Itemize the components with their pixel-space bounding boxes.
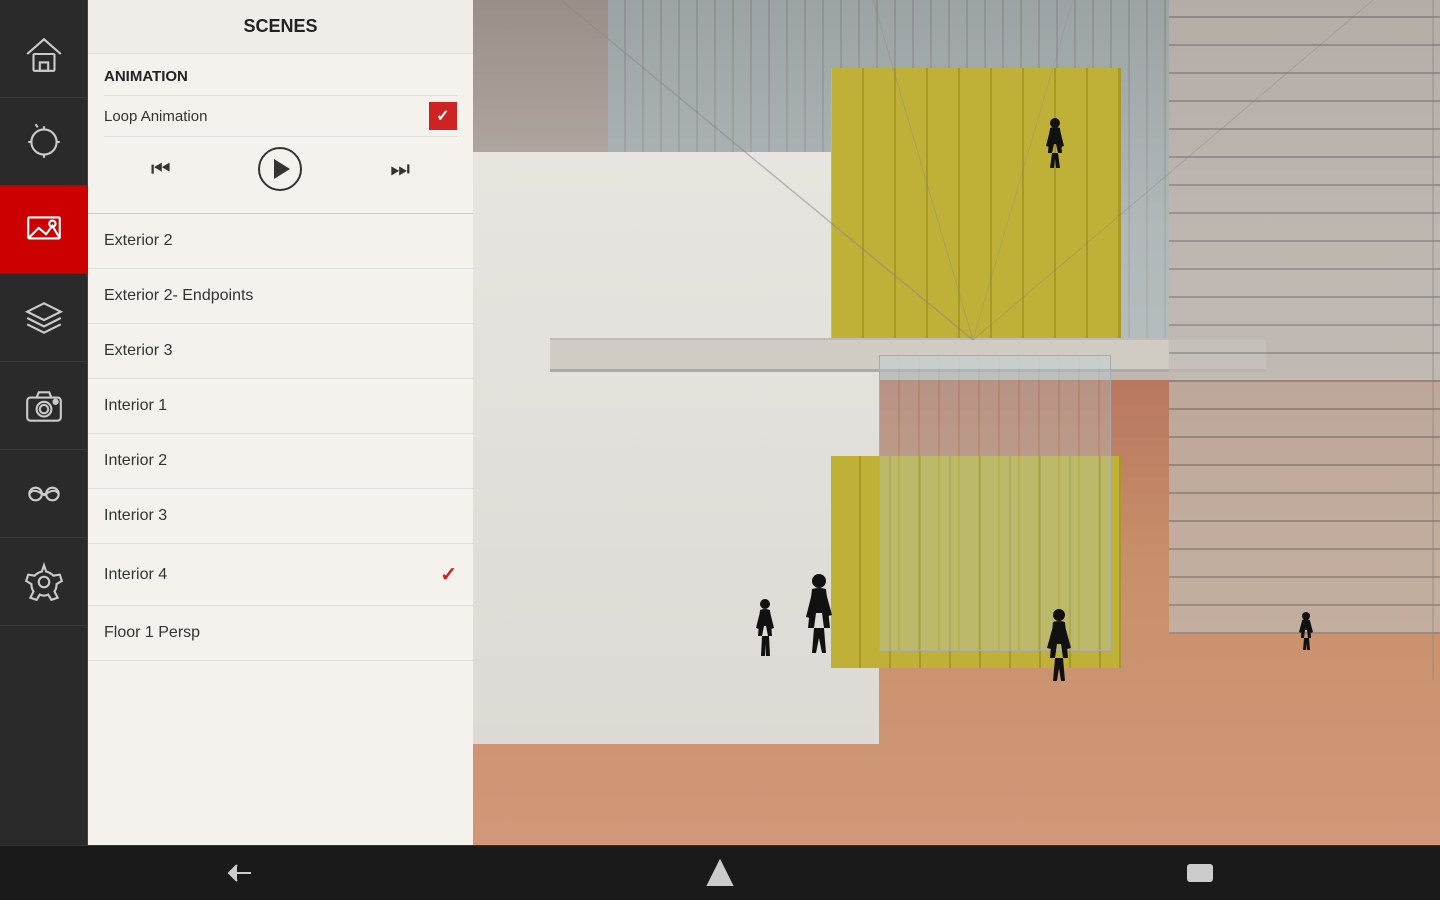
scene-item-label: Interior 1 (104, 397, 167, 415)
yellow-building-upper (831, 68, 1121, 338)
scene-item-interior2[interactable]: Interior 2 (88, 434, 473, 489)
scene-item-label: Exterior 3 (104, 342, 172, 360)
silhouette-person-right (1044, 608, 1074, 693)
scene-item-interior3[interactable]: Interior 3 (88, 489, 473, 544)
bottom-nav (0, 845, 1440, 900)
sidebar-item-layers[interactable] (0, 274, 88, 362)
scene-item-label: Exterior 2 (104, 232, 172, 250)
sidebar-item-scenes[interactable] (0, 186, 88, 274)
rewind-button[interactable]: ⏮ (145, 150, 177, 188)
silhouette-person-upper (1044, 118, 1066, 178)
sidebar-item-vr[interactable] (0, 450, 88, 538)
scene-item-label: Interior 3 (104, 507, 167, 525)
sidebar-item-measure[interactable] (0, 98, 88, 186)
scene-item-label: Floor 1 Persp (104, 624, 200, 642)
sidebar-item-camera[interactable] (0, 362, 88, 450)
loop-animation-row[interactable]: Loop Animation ✓ (104, 95, 457, 136)
recents-button[interactable] (1170, 853, 1230, 893)
scene-item-label: Exterior 2- Endpoints (104, 287, 253, 305)
silhouette-person-far-right (1298, 612, 1314, 659)
right-structure (1169, 0, 1440, 634)
play-icon (274, 159, 290, 179)
viewport[interactable] (473, 0, 1440, 845)
scene-list: Exterior 2 Exterior 2- Endpoints Exterior … (88, 214, 473, 845)
scene-item-interior4[interactable]: Interior 4 ✓ (88, 544, 473, 606)
scenes-panel: SCENES ANIMATION Loop Animation ✓ ⏮ ⏭ Ex… (88, 0, 473, 845)
loop-animation-checkbox[interactable]: ✓ (429, 102, 457, 130)
play-button[interactable] (258, 147, 302, 191)
scene-item-exterior3[interactable]: Exterior 3 (88, 324, 473, 379)
scene-item-interior1[interactable]: Interior 1 (88, 379, 473, 434)
scene-item-floor1persp[interactable]: Floor 1 Persp (88, 606, 473, 661)
scene-active-check: ✓ (440, 562, 457, 587)
scenes-title: SCENES (88, 0, 473, 54)
back-button[interactable] (210, 853, 270, 893)
scene-item-exterior2[interactable]: Exterior 2 (88, 214, 473, 269)
scene-item-label: Interior 4 (104, 566, 167, 584)
sidebar-item-settings[interactable] (0, 538, 88, 626)
silhouette-child (753, 598, 778, 668)
animation-section: ANIMATION Loop Animation ✓ ⏮ ⏭ (88, 54, 473, 214)
loop-animation-label: Loop Animation (104, 108, 207, 125)
playback-controls: ⏮ ⏭ (104, 136, 457, 205)
icon-sidebar (0, 0, 88, 845)
animation-label: ANIMATION (104, 68, 457, 85)
scene-item-exterior2ep[interactable]: Exterior 2- Endpoints (88, 269, 473, 324)
scene-item-label: Interior 2 (104, 452, 167, 470)
silhouette-tall-woman (802, 573, 837, 668)
home-button[interactable] (690, 853, 750, 893)
scene-background (473, 0, 1440, 845)
glass-mid (879, 355, 1111, 651)
fast-forward-button[interactable]: ⏭ (384, 150, 416, 188)
sidebar-item-home[interactable] (0, 10, 88, 98)
